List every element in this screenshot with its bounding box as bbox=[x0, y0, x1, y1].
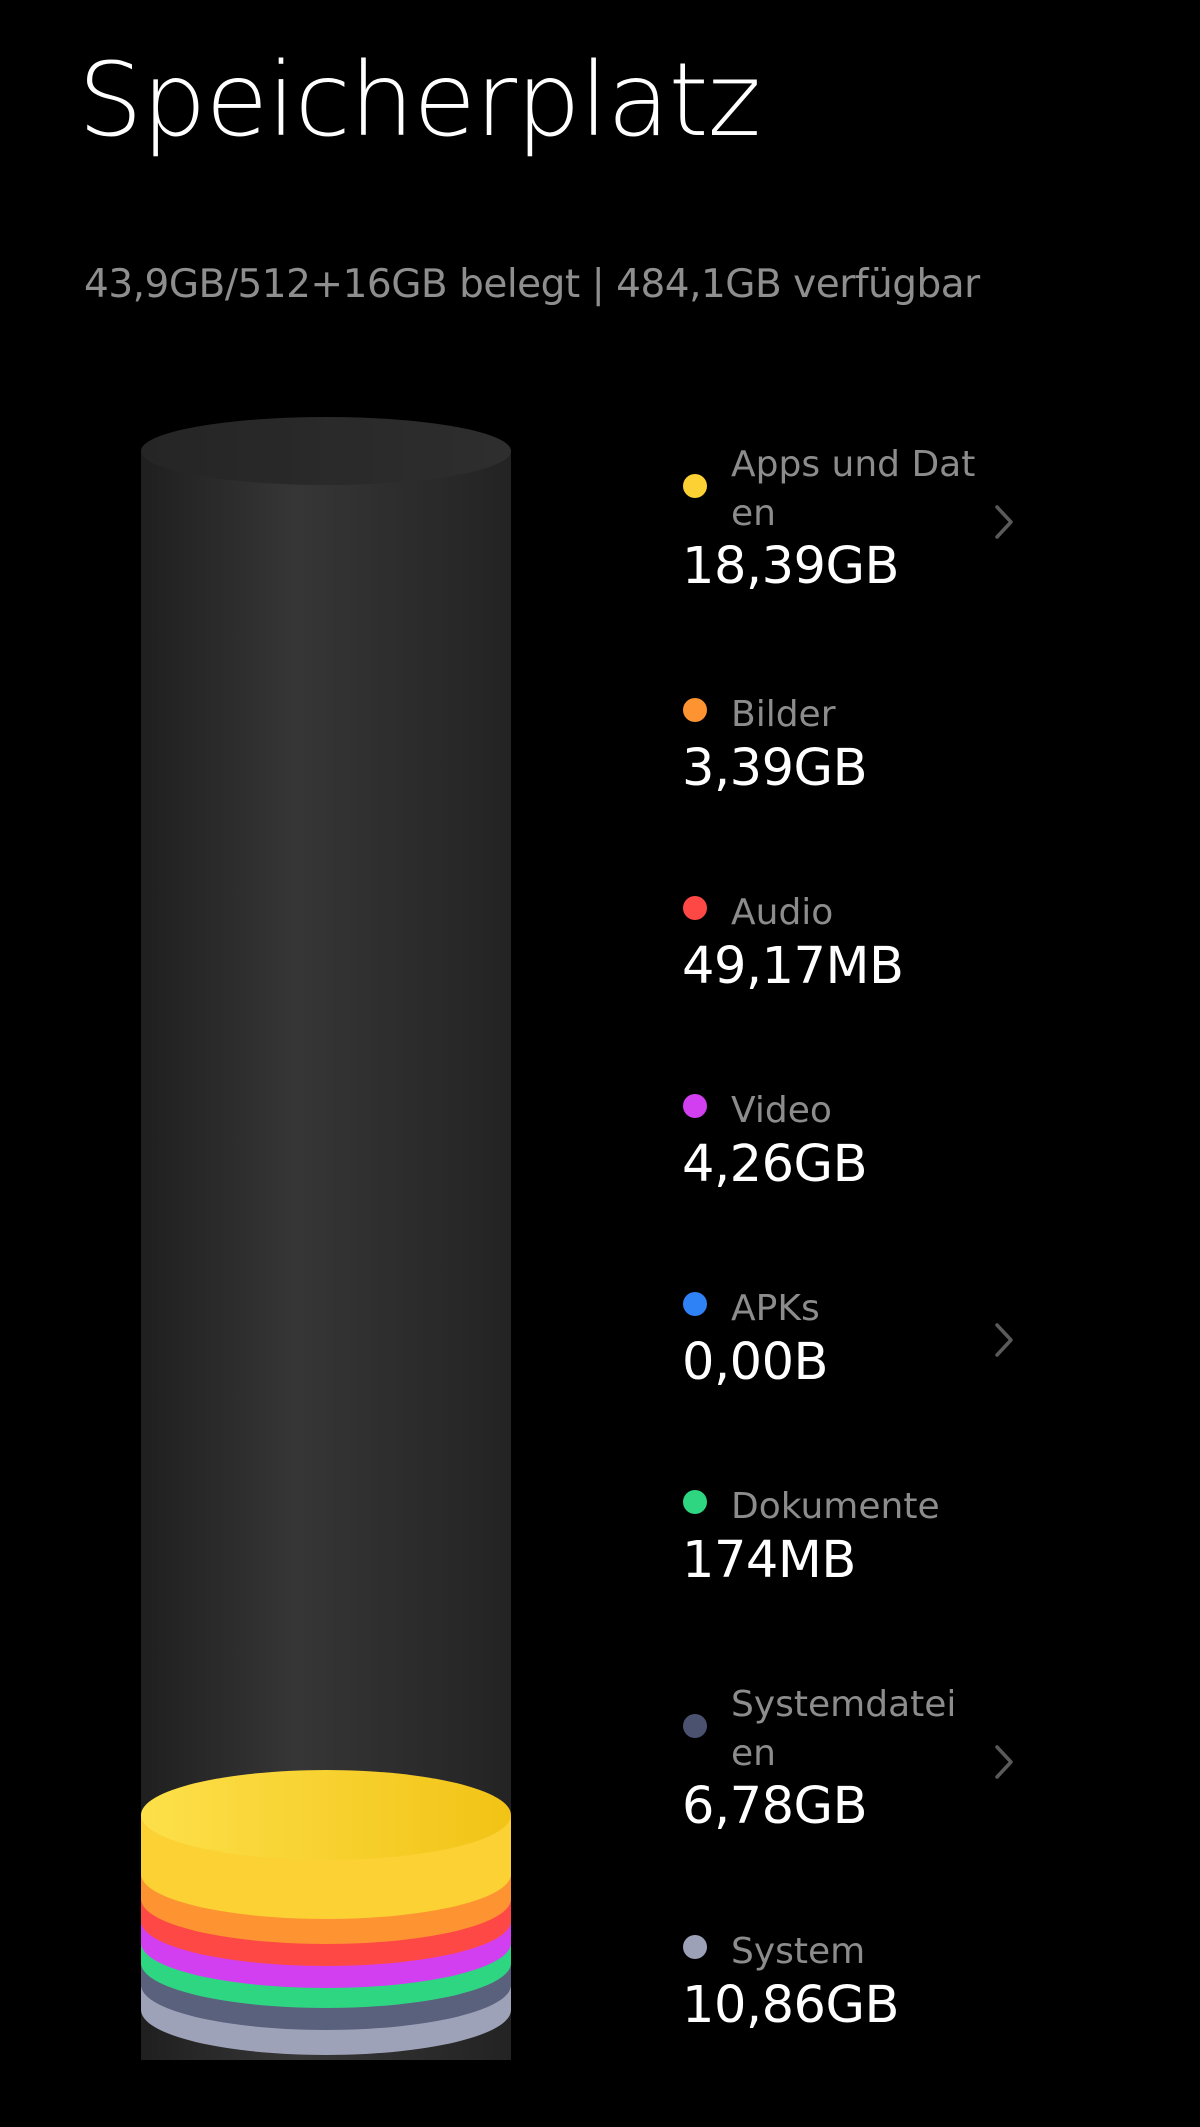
color-dot-icon bbox=[683, 1094, 707, 1118]
category-label: APKs bbox=[731, 1288, 820, 1329]
category-item-bilder: Bilder 3,39GB bbox=[682, 690, 1042, 850]
category-size: 174MB bbox=[682, 1531, 856, 1590]
category-size: 49,17MB bbox=[682, 937, 904, 996]
category-size: 3,39GB bbox=[682, 739, 868, 798]
color-dot-icon bbox=[683, 1935, 707, 1959]
storage-cylinder bbox=[141, 417, 511, 2060]
color-dot-icon bbox=[683, 896, 707, 920]
color-dot-icon bbox=[683, 698, 707, 722]
layer-top bbox=[141, 1770, 511, 1860]
category-size: 18,39GB bbox=[682, 537, 900, 596]
category-size: 4,26GB bbox=[682, 1135, 868, 1194]
category-size: 6,78GB bbox=[682, 1777, 868, 1836]
category-size: 10,86GB bbox=[682, 1976, 900, 2035]
category-item-apks[interactable]: APKs 0,00B bbox=[682, 1284, 1042, 1444]
category-label: Audio bbox=[731, 892, 834, 933]
category-label: Video bbox=[731, 1090, 832, 1131]
category-label: Bilder bbox=[731, 694, 836, 735]
cylinder-top bbox=[141, 417, 511, 485]
color-dot-icon bbox=[683, 474, 707, 498]
category-label: Systemdateien bbox=[731, 1684, 957, 1774]
storage-layers bbox=[141, 1770, 511, 2055]
category-item-video: Video 4,26GB bbox=[682, 1086, 1042, 1246]
color-dot-icon bbox=[683, 1714, 707, 1738]
category-label: Dokumente bbox=[731, 1486, 940, 1527]
category-label: System bbox=[731, 1931, 866, 1972]
category-item-dokumente: Dokumente 174MB bbox=[682, 1482, 1042, 1642]
chevron-right-icon[interactable] bbox=[984, 1320, 1024, 1360]
category-item-audio: Audio 49,17MB bbox=[682, 888, 1042, 1048]
category-size: 0,00B bbox=[682, 1333, 829, 1392]
color-dot-icon bbox=[683, 1292, 707, 1316]
category-item-apps-und-daten[interactable]: Apps und Daten 18,39GB bbox=[682, 440, 1042, 600]
category-item-systemdateien[interactable]: Systemdateien 6,78GB bbox=[682, 1680, 1042, 1840]
category-item-system: System 10,86GB bbox=[682, 1927, 1042, 2087]
color-dot-icon bbox=[683, 1490, 707, 1514]
chevron-right-icon[interactable] bbox=[984, 502, 1024, 542]
category-label: Apps und Daten bbox=[731, 444, 976, 534]
chevron-right-icon[interactable] bbox=[984, 1742, 1024, 1782]
